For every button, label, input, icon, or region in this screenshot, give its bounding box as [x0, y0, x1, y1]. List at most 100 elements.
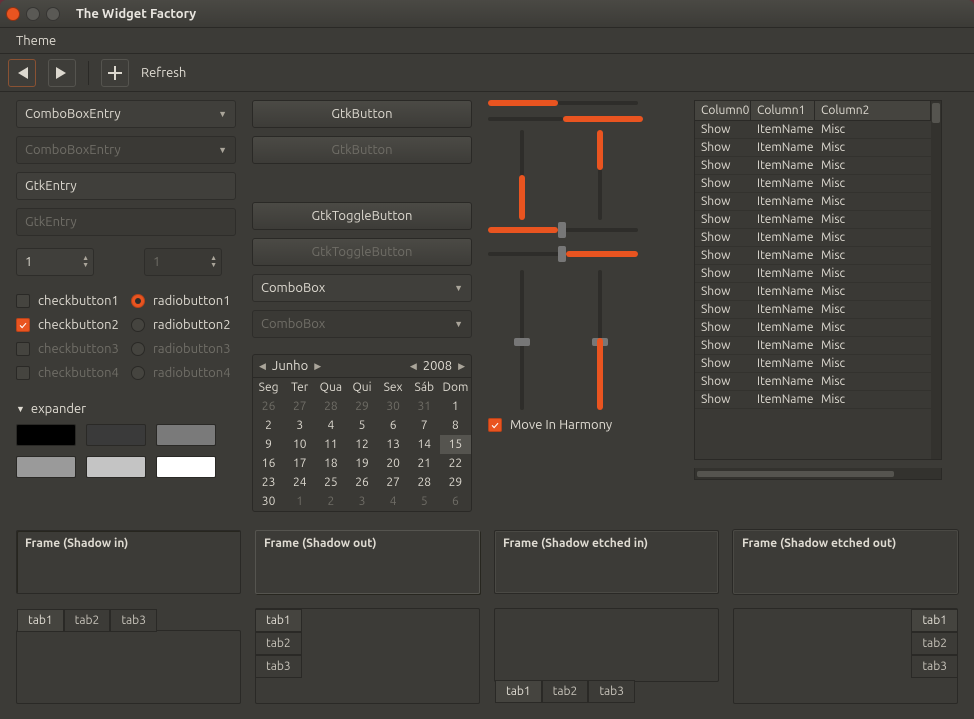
calendar-day[interactable]: 12	[346, 435, 377, 454]
gtk-button[interactable]: GtkButton	[252, 100, 472, 128]
calendar-day[interactable]: 8	[440, 416, 471, 435]
calendar-day-off[interactable]: 31	[409, 397, 440, 416]
checkbutton1[interactable]: checkbutton1	[16, 290, 121, 312]
calendar-day[interactable]: 4	[315, 416, 346, 435]
calendar-day[interactable]: 13	[378, 435, 409, 454]
calendar-day[interactable]: 16	[253, 454, 284, 473]
calendar-day-off[interactable]: 29	[346, 397, 377, 416]
column-header-0[interactable]: Column0	[695, 101, 751, 120]
spin-arrows-icon[interactable]: ▲▼	[82, 255, 89, 269]
calendar-day[interactable]: 10	[284, 435, 315, 454]
calendar-day-off[interactable]: 28	[315, 397, 346, 416]
calendar-day[interactable]: 27	[378, 473, 409, 492]
table-row[interactable]: ShowItemNameMisc	[695, 355, 931, 373]
radiobutton2[interactable]: radiobutton2	[131, 314, 236, 336]
table-row[interactable]: ShowItemNameMisc	[695, 319, 931, 337]
tab-3[interactable]: tab3	[588, 680, 635, 703]
tree-view[interactable]: Column0 Column1 Column2 ShowItemNameMisc…	[694, 100, 942, 460]
calendar-day[interactable]: 26	[346, 473, 377, 492]
calendar-day[interactable]: 29	[440, 473, 471, 492]
calendar-day[interactable]: 17	[284, 454, 315, 473]
close-button[interactable]	[6, 7, 20, 21]
table-row[interactable]: ShowItemNameMisc	[695, 337, 931, 355]
tab-3[interactable]: tab3	[255, 655, 302, 678]
tab-1[interactable]: tab1	[911, 609, 958, 632]
table-row[interactable]: ShowItemNameMisc	[695, 247, 931, 265]
table-row[interactable]: ShowItemNameMisc	[695, 211, 931, 229]
column-header-2[interactable]: Column2	[815, 101, 931, 120]
calendar-day[interactable]: 30	[253, 492, 284, 511]
calendar-day-off[interactable]: 2	[315, 492, 346, 511]
calendar-day[interactable]: 6	[378, 416, 409, 435]
toolbar-last-button[interactable]	[48, 59, 76, 87]
tab-1[interactable]: tab1	[255, 609, 302, 632]
calendar-day-off[interactable]: 3	[346, 492, 377, 511]
menu-theme[interactable]: Theme	[8, 31, 64, 51]
tab-2[interactable]: tab2	[64, 609, 111, 632]
combobox[interactable]: ComboBox▼	[252, 274, 472, 302]
calendar-day-off[interactable]: 4	[378, 492, 409, 511]
calendar-day[interactable]: 3	[284, 416, 315, 435]
calendar-day-off[interactable]: 1	[284, 492, 315, 511]
calendar-day[interactable]: 21	[409, 454, 440, 473]
calendar-day-off[interactable]: 26	[253, 397, 284, 416]
calendar-day[interactable]: 18	[315, 454, 346, 473]
table-row[interactable]: ShowItemNameMisc	[695, 301, 931, 319]
table-row[interactable]: ShowItemNameMisc	[695, 283, 931, 301]
color-swatch[interactable]	[16, 456, 76, 478]
calendar-day[interactable]: 25	[315, 473, 346, 492]
calendar-day[interactable]: 7	[409, 416, 440, 435]
table-row[interactable]: ShowItemNameMisc	[695, 193, 931, 211]
slider-thumb[interactable]	[558, 246, 566, 262]
color-swatch[interactable]	[156, 424, 216, 446]
next-month-icon[interactable]: ▶	[314, 361, 321, 372]
prev-month-icon[interactable]: ◀	[259, 361, 266, 372]
toolbar-add-button[interactable]	[101, 59, 129, 87]
calendar-day[interactable]: 2	[253, 416, 284, 435]
table-row[interactable]: ShowItemNameMisc	[695, 157, 931, 175]
calendar[interactable]: ◀ Junho ▶ ◀ 2008 ▶ SegTerQuaQuiSexSábDom…	[252, 354, 472, 512]
calendar-day[interactable]: 15	[440, 435, 471, 454]
calendar-day[interactable]: 24	[284, 473, 315, 492]
calendar-day-off[interactable]: 30	[378, 397, 409, 416]
calendar-day[interactable]: 9	[253, 435, 284, 454]
scrollbar-thumb[interactable]	[932, 103, 940, 123]
calendar-day[interactable]: 22	[440, 454, 471, 473]
gtk-toggle-button[interactable]: GtkToggleButton	[252, 202, 472, 230]
table-row[interactable]: ShowItemNameMisc	[695, 229, 931, 247]
table-row[interactable]: ShowItemNameMisc	[695, 139, 931, 157]
table-row[interactable]: ShowItemNameMisc	[695, 391, 931, 409]
color-swatch[interactable]	[86, 456, 146, 478]
calendar-day[interactable]: 23	[253, 473, 284, 492]
calendar-day[interactable]: 11	[315, 435, 346, 454]
vertical-scrollbar[interactable]	[931, 101, 941, 459]
calendar-day-off[interactable]: 6	[440, 492, 471, 511]
table-row[interactable]: ShowItemNameMisc	[695, 175, 931, 193]
spin-button-1[interactable]: 1 ▲▼	[16, 248, 94, 276]
v-slider-1[interactable]	[520, 270, 524, 410]
slider-thumb[interactable]	[558, 222, 566, 238]
color-swatch[interactable]	[156, 456, 216, 478]
text-entry[interactable]	[16, 172, 236, 200]
calendar-day[interactable]: 28	[409, 473, 440, 492]
toolbar-refresh[interactable]: Refresh	[141, 66, 186, 80]
minimize-button[interactable]	[26, 7, 40, 21]
next-year-icon[interactable]: ▶	[458, 361, 465, 372]
tab-2[interactable]: tab2	[542, 680, 589, 703]
tab-1[interactable]: tab1	[495, 680, 542, 703]
tab-1[interactable]: tab1	[17, 609, 64, 632]
calendar-day-off[interactable]: 27	[284, 397, 315, 416]
table-row[interactable]: ShowItemNameMisc	[695, 373, 931, 391]
maximize-button[interactable]	[46, 7, 60, 21]
text-entry-input[interactable]	[25, 179, 227, 193]
tab-2[interactable]: tab2	[911, 632, 958, 655]
combo-entry[interactable]: ComboBoxEntry ▼	[16, 100, 236, 128]
radiobutton1[interactable]: radiobutton1	[131, 290, 236, 312]
tab-2[interactable]: tab2	[255, 632, 302, 655]
expander[interactable]: ▼expander	[16, 402, 236, 478]
slider-thumb[interactable]	[514, 338, 530, 346]
toolbar-first-button[interactable]	[8, 59, 36, 87]
calendar-day[interactable]: 19	[346, 454, 377, 473]
color-swatch[interactable]	[16, 424, 76, 446]
horizontal-scrollbar[interactable]	[694, 468, 942, 480]
